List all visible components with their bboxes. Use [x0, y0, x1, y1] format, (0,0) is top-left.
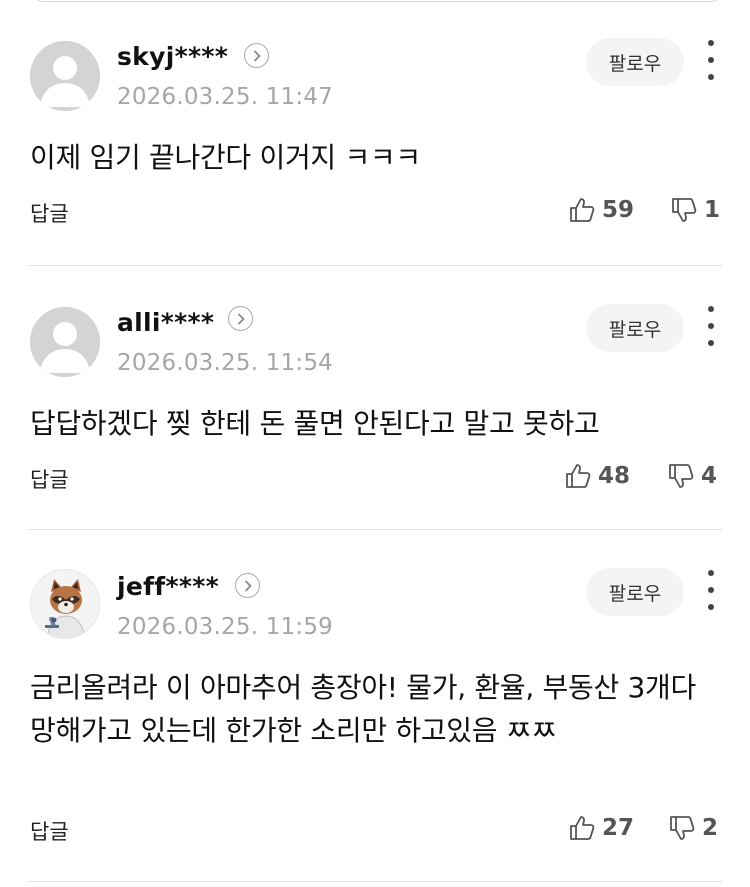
comment-body: 금리올려라 이 아마추어 총장아! 물가, 환율, 부동산 3개다 망해가고 있…	[30, 671, 696, 747]
comment-item: alli**** 2026.03.25. 11:54 팔로우 답답하겠다 찢 한…	[0, 266, 750, 530]
comment-timestamp: 2026.03.25. 11:54	[117, 350, 333, 376]
like-count: 59	[602, 197, 635, 223]
thumbs-down-icon	[672, 198, 697, 222]
avatar[interactable]	[30, 569, 100, 639]
thumbs-up-icon	[566, 464, 591, 488]
thumbs-up-icon	[570, 816, 595, 840]
dislike-count: 1	[704, 197, 721, 223]
profile-chevron-icon[interactable]	[228, 306, 253, 331]
reply-button[interactable]: 답글	[30, 816, 69, 846]
dislike-button[interactable]: 2	[668, 814, 718, 842]
dislike-count: 2	[702, 815, 719, 841]
dislike-button[interactable]: 1	[670, 196, 720, 224]
raccoon-avatar	[31, 570, 99, 638]
follow-button[interactable]: 팔로우	[586, 304, 684, 352]
reply-button[interactable]: 답글	[30, 464, 69, 494]
profile-chevron-icon[interactable]	[244, 43, 269, 68]
username[interactable]: jeff****	[117, 572, 219, 601]
avatar[interactable]	[30, 41, 100, 111]
more-options-icon[interactable]	[700, 306, 722, 346]
follow-button[interactable]: 팔로우	[586, 38, 684, 86]
more-options-icon[interactable]	[700, 40, 722, 80]
dislike-button[interactable]: 4	[667, 462, 717, 490]
like-count: 48	[598, 463, 631, 489]
like-button[interactable]: 59	[568, 196, 634, 224]
comment-body: 이제 임기 끝나간다 이거지 ㅋㅋㅋ	[30, 141, 421, 174]
profile-chevron-icon[interactable]	[235, 573, 260, 598]
reply-button[interactable]: 답글	[30, 198, 69, 228]
like-button[interactable]: 48	[564, 462, 630, 490]
like-count: 27	[602, 815, 635, 841]
thumbs-up-icon	[570, 198, 595, 222]
username[interactable]: alli****	[117, 308, 214, 337]
thumbs-down-icon	[670, 816, 695, 840]
dislike-count: 4	[701, 463, 718, 489]
more-options-icon[interactable]	[700, 570, 722, 610]
avatar[interactable]	[30, 307, 100, 377]
default-person-icon	[30, 41, 100, 111]
comment-timestamp: 2026.03.25. 11:47	[117, 84, 333, 110]
comment-item: jeff**** 2026.03.25. 11:59 팔로우 금리올려라 이 아…	[0, 530, 750, 882]
like-button[interactable]: 27	[568, 814, 634, 842]
default-person-icon	[30, 307, 100, 377]
comment-body: 답답하겠다 찢 한테 돈 풀면 안된다고 말고 못하고	[30, 407, 600, 440]
comment-timestamp: 2026.03.25. 11:59	[117, 614, 333, 640]
divider	[28, 881, 722, 882]
comment-item: skyj**** 2026.03.25. 11:47 팔로우 이제 임기 끝나간…	[0, 0, 750, 266]
thumbs-down-icon	[669, 464, 694, 488]
follow-button[interactable]: 팔로우	[586, 568, 684, 616]
username[interactable]: skyj****	[117, 42, 228, 71]
